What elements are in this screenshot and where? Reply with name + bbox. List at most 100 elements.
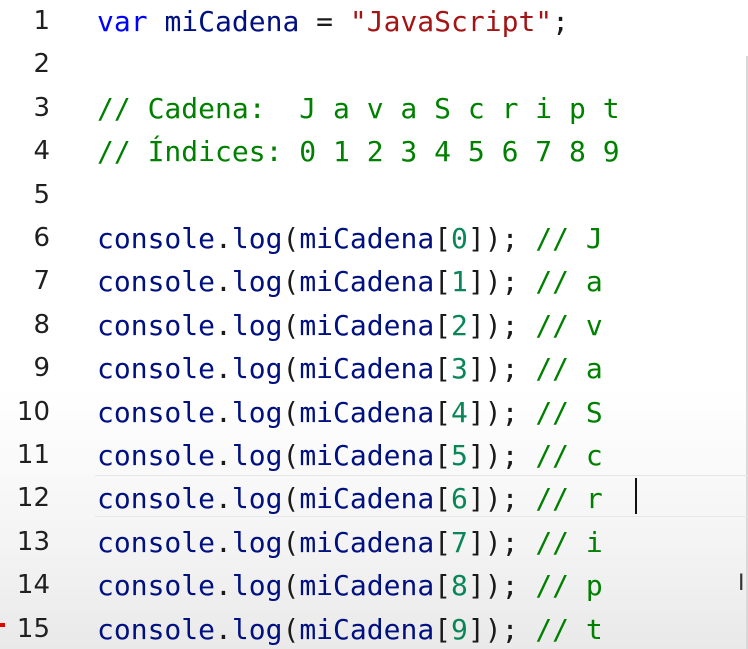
- code-token: 9: [451, 612, 468, 646]
- code-line[interactable]: 10 console.log(miCadena[4]); // S: [0, 391, 748, 434]
- code-line[interactable]: 1 var miCadena = "JavaScript";: [0, 0, 748, 43]
- code-line[interactable]: 15 console.log(miCadena[9]); // t: [0, 608, 748, 649]
- code-token: ]);: [467, 395, 519, 429]
- code-token: [: [434, 308, 452, 342]
- code-token: ]);: [467, 569, 519, 603]
- code-text[interactable]: console.log(miCadena[7]); // i: [97, 521, 603, 564]
- code-token: (: [282, 308, 300, 342]
- line-number: 6: [33, 223, 50, 253]
- code-text[interactable]: console.log(miCadena[2]); // v: [97, 304, 603, 347]
- code-line[interactable]: 4 // Índices: 0 1 2 3 4 5 6 7 8 9: [0, 130, 748, 173]
- code-token: (: [282, 525, 300, 559]
- code-token: 1: [451, 265, 468, 299]
- line-number: 9: [33, 353, 50, 384]
- code-text[interactable]: console.log(miCadena[1]); // a: [97, 260, 603, 303]
- code-text[interactable]: console.log(miCadena[0]); // J: [97, 217, 603, 260]
- code-editor[interactable]: 1 var miCadena = "JavaScript"; 2 3 // Cadena…: [0, 0, 748, 649]
- code-token: // Cadena: J a v a S c r i p t: [97, 91, 620, 125]
- code-token: .: [215, 265, 232, 299]
- code-token: (: [282, 612, 300, 646]
- code-line[interactable]: 3 // Cadena: J a v a S c r i p t: [0, 87, 748, 130]
- code-token: miCadena: [299, 569, 435, 603]
- code-token: miCadena: [299, 308, 435, 342]
- code-token: log: [231, 525, 283, 559]
- code-token: [: [434, 265, 452, 299]
- code-token: console: [97, 482, 216, 516]
- code-token: log: [231, 308, 283, 342]
- code-token: 2: [451, 308, 468, 342]
- line-number: 4: [33, 136, 50, 167]
- code-text[interactable]: console.log(miCadena[5]); // c: [97, 434, 603, 477]
- code-token: log: [231, 352, 283, 386]
- code-token: miCadena: [164, 5, 300, 38]
- code-token: // p: [518, 569, 603, 603]
- code-token: // v: [518, 308, 603, 342]
- code-token: console: [97, 525, 216, 559]
- code-token: console: [97, 222, 216, 255]
- code-line[interactable]: 7 console.log(miCadena[1]); // a: [0, 260, 748, 303]
- code-token: .: [215, 222, 232, 255]
- code-token: // S: [518, 395, 603, 429]
- code-token: miCadena: [299, 612, 435, 646]
- code-token: miCadena: [299, 265, 435, 299]
- code-token: ]);: [467, 482, 519, 516]
- breakpoint-marker: [0, 623, 5, 627]
- code-token: .: [215, 525, 232, 559]
- code-line[interactable]: 9 console.log(miCadena[3]); // a: [0, 347, 748, 390]
- line-number: 3: [33, 92, 50, 123]
- code-line[interactable]: 6 console.log(miCadena[0]); // J: [0, 217, 748, 260]
- code-token: (: [282, 265, 300, 299]
- code-token: console: [97, 308, 216, 342]
- code-token: .: [215, 395, 232, 429]
- code-token: .: [215, 308, 232, 342]
- code-token: .: [215, 439, 232, 472]
- code-token: miCadena: [299, 439, 435, 472]
- line-number: 5: [33, 179, 50, 210]
- code-line[interactable]: 8 console.log(miCadena[2]); // v: [0, 304, 748, 347]
- line-number: 13: [16, 526, 50, 557]
- code-token: miCadena: [299, 352, 435, 386]
- code-token: // c: [518, 439, 603, 472]
- code-text[interactable]: // Índices: 0 1 2 3 4 5 6 7 8 9: [97, 130, 620, 173]
- code-token: // a: [518, 352, 603, 386]
- code-token: ]);: [467, 439, 519, 472]
- code-token: "JavaScript": [349, 5, 553, 38]
- code-token: 7: [451, 525, 468, 559]
- code-token: console: [97, 395, 216, 429]
- code-line[interactable]: 5: [0, 174, 748, 217]
- line-number: 2: [33, 49, 50, 80]
- code-token: (: [282, 439, 300, 472]
- code-token: // r: [518, 482, 603, 516]
- code-text[interactable]: console.log(miCadena[9]); // t: [97, 608, 603, 649]
- code-token: console: [97, 439, 216, 472]
- code-token: log: [231, 569, 283, 603]
- code-token: console: [97, 352, 216, 386]
- code-text[interactable]: console.log(miCadena[4]); // S: [97, 391, 603, 434]
- code-token: 4: [451, 395, 468, 429]
- code-line[interactable]: 2: [0, 43, 748, 86]
- code-token: 0: [451, 222, 468, 255]
- code-token: miCadena: [299, 525, 435, 559]
- ibeam-icon: I: [738, 571, 745, 596]
- code-token: [: [434, 439, 452, 472]
- code-line[interactable]: 11 console.log(miCadena[5]); // c: [0, 434, 748, 477]
- code-text[interactable]: var miCadena = "JavaScript";: [97, 0, 569, 43]
- code-token: 8: [451, 569, 468, 603]
- code-token: [: [434, 352, 452, 386]
- line-number: 15: [16, 613, 50, 644]
- code-token: [: [434, 612, 452, 646]
- code-line[interactable]: 14 console.log(miCadena[8]); // p: [0, 564, 748, 607]
- code-token: ;: [552, 5, 570, 38]
- code-line[interactable]: 13 console.log(miCadena[7]); // i: [0, 521, 748, 564]
- code-token: ]);: [467, 265, 519, 299]
- code-token: .: [215, 352, 232, 386]
- code-text[interactable]: console.log(miCadena[3]); // a: [97, 347, 603, 390]
- code-token: .: [215, 569, 232, 603]
- code-text[interactable]: console.log(miCadena[8]); // p: [97, 564, 603, 607]
- code-text[interactable]: // Cadena: J a v a S c r i p t: [97, 87, 620, 130]
- code-token: ]);: [467, 222, 519, 255]
- code-text[interactable]: console.log(miCadena[6]); // r: [97, 477, 603, 520]
- code-token: log: [231, 222, 283, 255]
- code-token: [: [434, 525, 452, 559]
